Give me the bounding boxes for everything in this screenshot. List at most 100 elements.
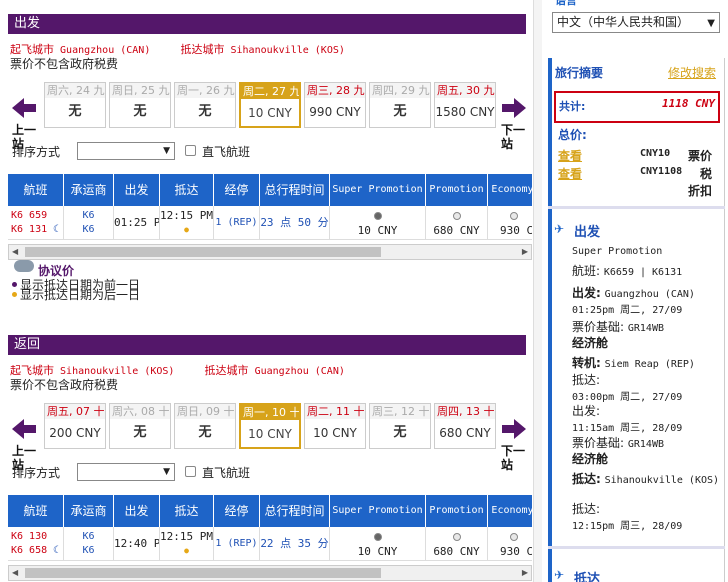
prev-arrow-icon[interactable] [10,96,38,120]
duration: 22 点 35 分 [260,527,330,561]
direct-flight-label: 直飞航班 [202,145,251,159]
date-cell[interactable]: 周三, 28 九 990 CNY [304,82,366,128]
prev-arrow-icon[interactable] [10,417,38,441]
fare-radio[interactable] [373,533,382,541]
outbound-flight-table: 航班 承运商 出发 抵达 经停 总行程时间 Super Promotion Pr… [8,174,532,242]
to-city-label: 抵达城市 [204,364,249,377]
super-promo-fare[interactable]: 10 CNY [330,527,426,561]
flight-number-cell[interactable]: K6 130 K6 658 ☾ [8,527,64,561]
promo-fare[interactable]: 680 CNY [426,527,488,561]
date-cell-selected[interactable]: 周二, 27 九 10 CNY [239,82,301,128]
transfer-label: 转机: [572,356,601,370]
fare-basis-value: GR14WB [627,323,664,334]
stops-link[interactable]: 1 (REP) [214,527,260,561]
return-horizontal-scrollbar[interactable]: ◀ ▶ [8,565,532,581]
date-header: 周六, 24 九 [45,83,105,98]
next-arrow-icon[interactable] [500,96,528,120]
date-price: 无 [133,104,147,119]
fare-radio[interactable] [510,212,518,220]
carrier-cell: K6 K6 [64,527,114,561]
carrier-1: K6 [82,531,95,542]
trip-summary-panel: 旅行摘要 修改搜索 共计: 1118 CNY 总价: 查看 CNY10 票价 查… [548,58,725,582]
scroll-thumb[interactable] [25,568,381,578]
arrive-cell: 12:15 PM ● [160,527,214,561]
date-price: 200 CNY [49,426,101,440]
date-header: 周六, 08 十 [110,404,170,419]
date-cell[interactable]: 周日, 09 十无 [174,403,236,449]
date-cell[interactable]: 周日, 25 九无 [109,82,171,128]
scroll-right-icon[interactable]: ▶ [522,568,528,577]
fare-radio[interactable] [452,212,461,220]
fare-radio[interactable] [373,212,382,220]
date-header: 周三, 28 九 [305,83,365,98]
fare-radio[interactable] [510,533,518,541]
col-economy: Economy [488,174,532,206]
date-cell[interactable]: 周四, 13 十 680 CNY [434,403,496,449]
page-vertical-scrollbar[interactable] [533,0,542,582]
date-cell[interactable]: 周一, 26 九无 [174,82,236,128]
edit-search-link[interactable]: 修改搜索 [668,64,716,81]
sort-select[interactable]: ▼ [77,142,175,160]
direct-flight-checkbox[interactable] [185,145,196,156]
sidebar: 语言 中文（中华人民共和国） ▼ 旅行摘要 修改搜索 共计: 1118 CNY … [545,0,728,582]
language-select[interactable]: 中文（中华人民共和国） ▼ [552,12,720,33]
arrive-time: 12:15 PM [160,209,213,222]
sort-label: 排序方式 [12,466,61,480]
fare-radio[interactable] [452,533,461,541]
next-arrow-icon[interactable] [500,417,528,441]
total-price-label: 总价: [558,128,587,142]
carrier-1: K6 [82,210,95,221]
next-label-1: 下一 [501,444,526,458]
outbound-horizontal-scrollbar[interactable]: ◀ ▶ [8,244,532,260]
super-promo-fare[interactable]: 10 CNY [330,206,426,240]
view-fare-link[interactable]: 查看 [558,147,582,164]
date-header: 周二, 27 九 [241,84,301,99]
scroll-left-icon[interactable]: ◀ [12,568,18,577]
flight-number-cell[interactable]: K6 659 K6 131 ☾ [8,206,64,240]
tax-suffix: 税 [700,167,713,181]
scroll-right-icon[interactable]: ▶ [522,247,528,256]
scroll-left-icon[interactable]: ◀ [12,247,18,256]
moon-icon: ☾ [53,545,60,556]
economy-fare[interactable]: 930 C [488,206,532,240]
col-arrive: 抵达 [160,174,214,206]
promo-price: 680 CNY [433,224,480,237]
next-label-1: 下一 [501,123,526,137]
scroll-thumb[interactable] [25,247,381,257]
date-price: 10 CNY [248,427,292,441]
arrive-cell: 12:15 PM ● [160,206,214,240]
date-cell[interactable]: 周六, 24 九无 [44,82,106,128]
date-cell[interactable]: 周五, 07 十 200 CNY [44,403,106,449]
flight-value: K6659 | K6131 [603,267,683,278]
return-date-strip: 周五, 07 十 200 CNY 周六, 08 十无 周日, 09 十无 周一, … [44,403,500,449]
col-super-promotion: Super Promotion [330,495,426,527]
date-cell[interactable]: 周六, 08 十无 [109,403,171,449]
cabin-1: 经济舱 [572,336,609,350]
date-cell[interactable]: 周三, 12 十无 [369,403,431,449]
date-cell[interactable]: 周五, 30 九 1580 CNY [434,82,496,128]
promo-fare[interactable]: 680 CNY [426,206,488,240]
date-cell[interactable]: 周二, 11 十 10 CNY [304,403,366,449]
direct-flight-checkbox[interactable] [185,466,196,477]
sort-select[interactable]: ▼ [77,463,175,481]
view-tax-link[interactable]: 查看 [558,165,582,182]
date-header: 周二, 11 十 [305,404,365,419]
date-header: 周三, 12 十 [370,404,430,419]
return-section-bar: 返回 [8,335,526,355]
col-promotion: Promotion [426,495,488,527]
sun-icon: ● [184,225,189,234]
direct-flight-label: 直飞航班 [202,466,251,480]
flight-number-2: K6 658 [11,545,48,556]
col-flight: 航班 [8,174,64,206]
stops-link[interactable]: 1 (REP) [214,206,260,240]
date-header: 周五, 30 九 [435,83,495,98]
col-stops: 经停 [214,495,260,527]
economy-fare[interactable]: 930 C [488,527,532,561]
date-cell[interactable]: 周四, 29 九无 [369,82,431,128]
date-cell-selected[interactable]: 周一, 10 十 10 CNY [239,403,301,449]
arrive-time: 12:15 PM [160,530,213,543]
arrive-title: 抵达 [574,572,601,582]
legend-next-day: 显示抵达日期为后一日 [20,288,141,302]
date-price: 无 [393,104,407,119]
depart-time: 12:40 PM [114,527,160,561]
